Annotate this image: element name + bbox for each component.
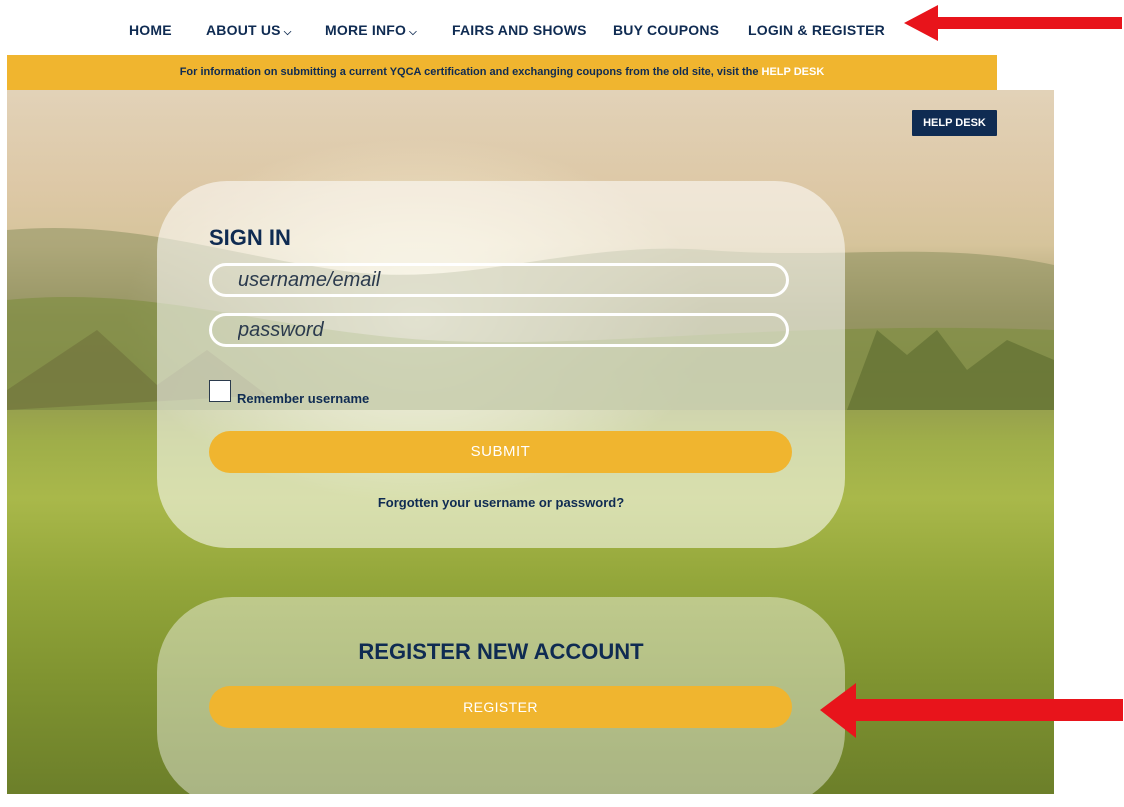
register-title: REGISTER NEW ACCOUNT — [358, 639, 644, 664]
nav-more-info-label: MORE INFO — [325, 22, 407, 38]
nav-home[interactable]: HOME — [129, 22, 172, 38]
submit-button[interactable]: SUBMIT — [209, 431, 792, 473]
nav-fairs-and-shows[interactable]: FAIRS AND SHOWS — [452, 22, 587, 38]
remember-username-label: Remember username — [237, 391, 370, 406]
signin-title: SIGN IN — [209, 225, 291, 250]
register-button[interactable]: REGISTER — [209, 686, 792, 728]
nav-about-us-label: ABOUT US — [206, 22, 281, 38]
banner-text: For information on submitting a current … — [179, 66, 762, 78]
nav-login-register[interactable]: LOGIN & REGISTER — [748, 22, 885, 38]
signin-panel: SIGN IN Remember username SUBMIT Forgott… — [157, 181, 845, 548]
nav-about-us[interactable]: ABOUT US ⌵ — [206, 22, 292, 38]
nav-buy-coupons[interactable]: BUY COUPONS — [613, 22, 719, 38]
banner-help-desk-link[interactable]: HELP DESK — [762, 66, 825, 78]
password-input[interactable] — [209, 313, 789, 347]
chevron-down-icon: ⌵ — [283, 27, 292, 38]
nav-more-info[interactable]: MORE INFO ⌵ — [325, 22, 417, 38]
help-desk-button[interactable]: HELP DESK — [912, 110, 997, 136]
register-panel: REGISTER NEW ACCOUNT REGISTER — [157, 597, 845, 807]
remember-username-checkbox[interactable] — [209, 380, 231, 402]
red-arrow-icon — [820, 683, 1123, 738]
forgot-credentials-link[interactable]: Forgotten your username or password? — [157, 495, 845, 510]
red-arrow-icon — [904, 5, 1122, 41]
chevron-down-icon: ⌵ — [409, 27, 417, 38]
top-navigation: HOME ABOUT US ⌵ MORE INFO ⌵ FAIRS AND SHOW… — [0, 0, 1054, 48]
announcement-banner: For information on submitting a current … — [7, 55, 997, 90]
username-input[interactable] — [209, 263, 789, 297]
